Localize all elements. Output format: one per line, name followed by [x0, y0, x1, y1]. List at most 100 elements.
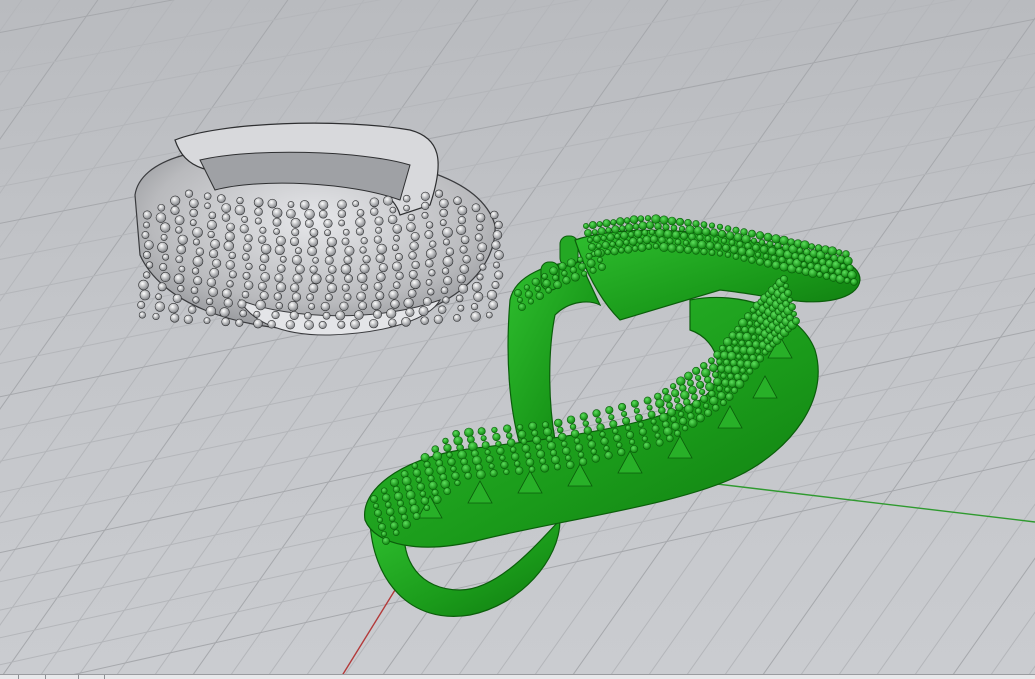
- pave-stone: [553, 463, 562, 471]
- pave-stone: [275, 302, 284, 310]
- pave-stone: [337, 209, 347, 218]
- pave-stone: [596, 221, 603, 228]
- pave-stone: [762, 253, 770, 260]
- pave-stone: [850, 278, 858, 286]
- pave-stone: [458, 283, 469, 294]
- pave-stone: [239, 224, 249, 234]
- pave-stone: [641, 229, 649, 237]
- pave-stone: [344, 245, 355, 256]
- pave-stone: [291, 254, 302, 266]
- pave-stone: [429, 240, 437, 248]
- pave-stone: [558, 262, 567, 271]
- pave-stone: [407, 289, 417, 298]
- pave-stone: [386, 308, 397, 319]
- pave-stone: [464, 472, 472, 480]
- pave-stone: [736, 359, 745, 368]
- pave-stone: [456, 274, 466, 284]
- pave-stone: [359, 246, 367, 254]
- pave-stone: [560, 440, 568, 448]
- pave-stone: [671, 421, 680, 431]
- grid-line: [873, 449, 1035, 679]
- pave-stone: [759, 245, 769, 254]
- pave-stone: [410, 278, 421, 290]
- pave-stone: [401, 519, 411, 529]
- pave-stone: [340, 264, 352, 275]
- pave-stone: [304, 312, 312, 320]
- pave-stone: [699, 388, 706, 395]
- pave-stone: [617, 448, 626, 457]
- pave-stone: [606, 233, 615, 242]
- pave-stone: [618, 247, 625, 254]
- pave-stone: [410, 232, 420, 242]
- pave-stone: [687, 379, 694, 387]
- pave-stone: [692, 366, 701, 375]
- pave-stone: [566, 415, 576, 424]
- pave-stone: [376, 243, 387, 255]
- pave-stone: [226, 222, 235, 232]
- pave-stone: [373, 309, 383, 319]
- pave-stone: [299, 200, 310, 210]
- pave-stone: [304, 320, 314, 330]
- pave-stone: [445, 247, 455, 256]
- pave-stone: [708, 249, 716, 256]
- pave-stone: [432, 451, 443, 461]
- grid-line: [113, 0, 593, 679]
- pave-stone: [515, 466, 524, 475]
- pave-stone: [476, 223, 484, 232]
- pave-stone: [667, 407, 676, 417]
- pave-stone: [427, 474, 435, 483]
- pave-stone: [655, 398, 665, 409]
- pave-stone: [734, 325, 742, 333]
- gray-domed-ring[interactable]: [134, 122, 504, 336]
- pave-stone: [655, 438, 664, 447]
- pave-stone: [355, 227, 364, 236]
- pave-stone: [566, 460, 575, 470]
- pave-stone: [748, 326, 757, 335]
- pave-stone: [489, 469, 498, 478]
- pave-stone: [691, 393, 698, 401]
- pave-stone: [279, 255, 287, 263]
- pave-stone: [477, 427, 486, 436]
- pave-stone: [432, 495, 442, 504]
- pave-stone: [605, 227, 612, 234]
- perspective-viewport[interactable]: [0, 0, 1035, 679]
- pave-stone: [193, 276, 203, 286]
- pave-stone: [583, 223, 589, 229]
- pave-stone: [491, 281, 500, 289]
- pave-stone: [207, 230, 215, 239]
- pave-stone: [267, 320, 276, 329]
- pave-stone: [275, 282, 287, 293]
- pave-stone: [569, 266, 577, 274]
- pave-stone: [310, 273, 322, 285]
- pave-stone: [244, 234, 253, 243]
- pave-stone: [721, 378, 730, 387]
- pave-stone: [408, 269, 418, 279]
- pave-stone: [170, 205, 180, 216]
- pave-stone: [392, 529, 400, 536]
- pave-stone: [289, 311, 299, 320]
- pave-stone: [242, 271, 251, 280]
- viewport-scene[interactable]: [0, 0, 1035, 679]
- pave-stone: [184, 189, 194, 198]
- pave-stone: [712, 236, 720, 243]
- pave-stone: [371, 299, 382, 311]
- pave-stone: [203, 192, 212, 201]
- pave-stone: [155, 293, 162, 301]
- pave-stone: [547, 441, 556, 451]
- pave-stone: [716, 250, 724, 257]
- pave-stone: [225, 260, 235, 270]
- pave-stone: [577, 256, 584, 263]
- pave-stone: [676, 376, 686, 386]
- pave-stone: [189, 198, 199, 209]
- pave-stone: [744, 312, 753, 321]
- pave-stone: [323, 218, 333, 228]
- pave-stone: [700, 394, 709, 403]
- pave-stone: [521, 444, 531, 453]
- pave-stone: [405, 307, 415, 317]
- pave-stone: [742, 353, 750, 361]
- pave-stone: [341, 283, 350, 292]
- pave-stone: [561, 270, 568, 277]
- pave-stone: [628, 237, 638, 246]
- pave-stone: [292, 273, 303, 284]
- pave-stone: [645, 243, 653, 251]
